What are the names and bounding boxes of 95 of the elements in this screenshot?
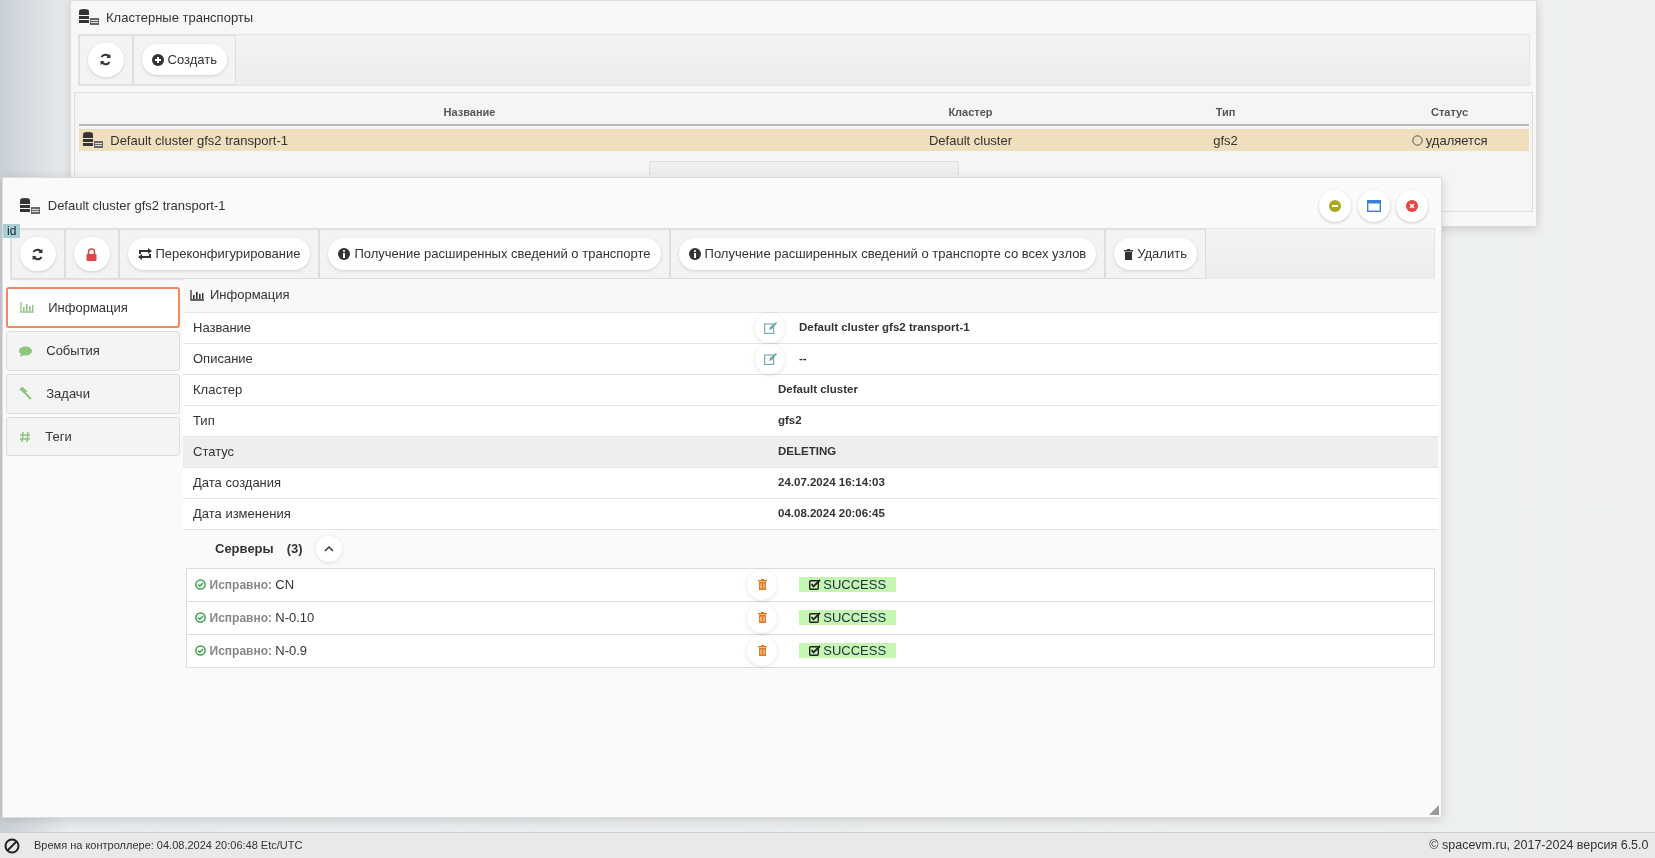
delete-button[interactable]	[747, 635, 778, 666]
check-circle-icon	[195, 645, 207, 656]
lock-icon	[86, 247, 97, 261]
column-header: Тип	[1214, 105, 1237, 121]
server-name: CN	[275, 575, 295, 594]
minus-circle-icon	[1329, 200, 1341, 212]
status-label: Исправно:	[209, 642, 272, 660]
close-icon	[1406, 200, 1418, 212]
field-label: Дата изменения	[192, 504, 292, 523]
checked-box-icon	[809, 612, 822, 623]
db-icon	[19, 197, 42, 215]
info-button[interactable]: Получение расширенных сведений о транспорте	[328, 238, 661, 270]
window-title: Default cluster gfs2 transport-1	[47, 197, 226, 216]
minimize-button[interactable]	[1319, 190, 1351, 222]
server-name: N-0.9	[275, 641, 308, 660]
window-title: Кластерные транспорты	[106, 8, 254, 27]
column-header: Название	[442, 105, 497, 121]
sidebar-item[interactable]: События	[6, 331, 180, 371]
reconfigure-button[interactable]: Переконфигурирование	[127, 238, 311, 270]
status-badge: SUCCESS	[799, 610, 897, 625]
trash-icon	[757, 645, 767, 656]
field-value: Default cluster	[778, 381, 858, 397]
field-label: Дата создания	[192, 473, 283, 492]
refresh-icon	[31, 247, 44, 261]
field-label: Название	[192, 318, 253, 337]
status-label: Исправно:	[209, 609, 272, 627]
field-label: Тип	[192, 411, 216, 430]
sidebar-item[interactable]: Информация	[6, 286, 180, 328]
column-header: Статус	[1429, 105, 1470, 121]
checked-box-icon	[809, 579, 822, 590]
trash-icon	[1124, 248, 1134, 260]
column-header: Кластер	[947, 105, 994, 121]
server-name: N-0.10	[275, 608, 315, 627]
trash-icon	[757, 612, 767, 623]
controller-time: Время на контроллере: 04.08.2024 20:06:48 Etc/UTC	[34, 838, 304, 854]
section-title: Информация	[210, 286, 290, 305]
lock-button[interactable]	[73, 237, 110, 271]
field-value: Default cluster gfs2 transport-1	[799, 319, 970, 335]
sidebar-item[interactable]: Задачи	[6, 374, 180, 414]
field-value: 04.08.2024 20:06:45	[778, 505, 885, 521]
trash-icon	[757, 579, 767, 590]
create-button[interactable]: Создать	[141, 43, 227, 76]
checked-box-icon	[809, 645, 822, 656]
delete-button[interactable]: Удалить	[1114, 238, 1197, 270]
table-cell: Default cluster	[928, 132, 1013, 148]
delete-button[interactable]	[747, 569, 778, 600]
field-label: Описание	[192, 349, 254, 368]
edit-icon	[763, 352, 777, 365]
speech-bubble-icon	[19, 345, 33, 357]
info-icon	[338, 248, 351, 260]
plus-circle-icon	[151, 53, 164, 66]
copyright-text: © spacevm.ru, 2017-2024 версия 6.5.0	[1429, 837, 1650, 855]
info-button[interactable]: Получение расширенных сведений о транспорте со всех узлов	[678, 238, 1097, 270]
field-value: DELETING	[778, 443, 837, 459]
field-value: gfs2	[778, 412, 802, 428]
hammer-icon	[19, 387, 33, 401]
check-circle-icon	[195, 612, 207, 623]
count-label: (3)	[286, 539, 303, 558]
refresh-button[interactable]	[87, 42, 124, 77]
collapse-button[interactable]	[315, 535, 342, 562]
check-circle-icon	[195, 579, 207, 590]
sidebar-item[interactable]: Теги	[6, 416, 180, 457]
status-badge: SUCCESS	[799, 643, 897, 658]
bar-chart-icon	[189, 289, 204, 301]
refresh-icon	[99, 53, 112, 66]
edit-icon	[763, 321, 777, 334]
table-row[interactable]: Default cluster gfs2 transport-1 Default cluster gfs2 удаляется	[78, 129, 1529, 152]
delete-button[interactable]	[747, 602, 778, 633]
bar-chart-icon	[20, 301, 35, 313]
spinner-icon	[1411, 134, 1423, 146]
hash-icon	[19, 430, 32, 443]
table-cell-text: Default cluster gfs2 transport-1	[110, 131, 288, 150]
ban-icon	[4, 837, 20, 854]
edit-button[interactable]	[755, 343, 785, 374]
window-icon	[1366, 200, 1381, 212]
edit-button[interactable]	[755, 312, 785, 343]
db-icon	[77, 8, 100, 27]
info-icon	[688, 248, 701, 260]
chevron-up-icon	[323, 545, 334, 552]
close-button[interactable]	[1396, 190, 1428, 222]
table-cell-text: удаляется	[1425, 131, 1488, 150]
field-value: --	[799, 350, 807, 366]
status-badge: SUCCESS	[799, 577, 897, 592]
maximize-button[interactable]	[1357, 190, 1390, 222]
table-cell: gfs2	[1213, 132, 1238, 148]
section-title: Серверы	[215, 539, 274, 558]
refresh-button[interactable]	[19, 237, 56, 271]
field-label: Статус	[192, 442, 236, 461]
swap-arrows-icon	[137, 248, 152, 260]
field-label: Кластер	[192, 380, 244, 399]
status-label: Исправно:	[209, 576, 272, 594]
db-icon	[81, 131, 104, 150]
field-value: 24.07.2024 16:14:03	[778, 474, 885, 490]
resize-handle-icon[interactable]	[1429, 805, 1439, 815]
id-tag: id	[3, 224, 21, 238]
